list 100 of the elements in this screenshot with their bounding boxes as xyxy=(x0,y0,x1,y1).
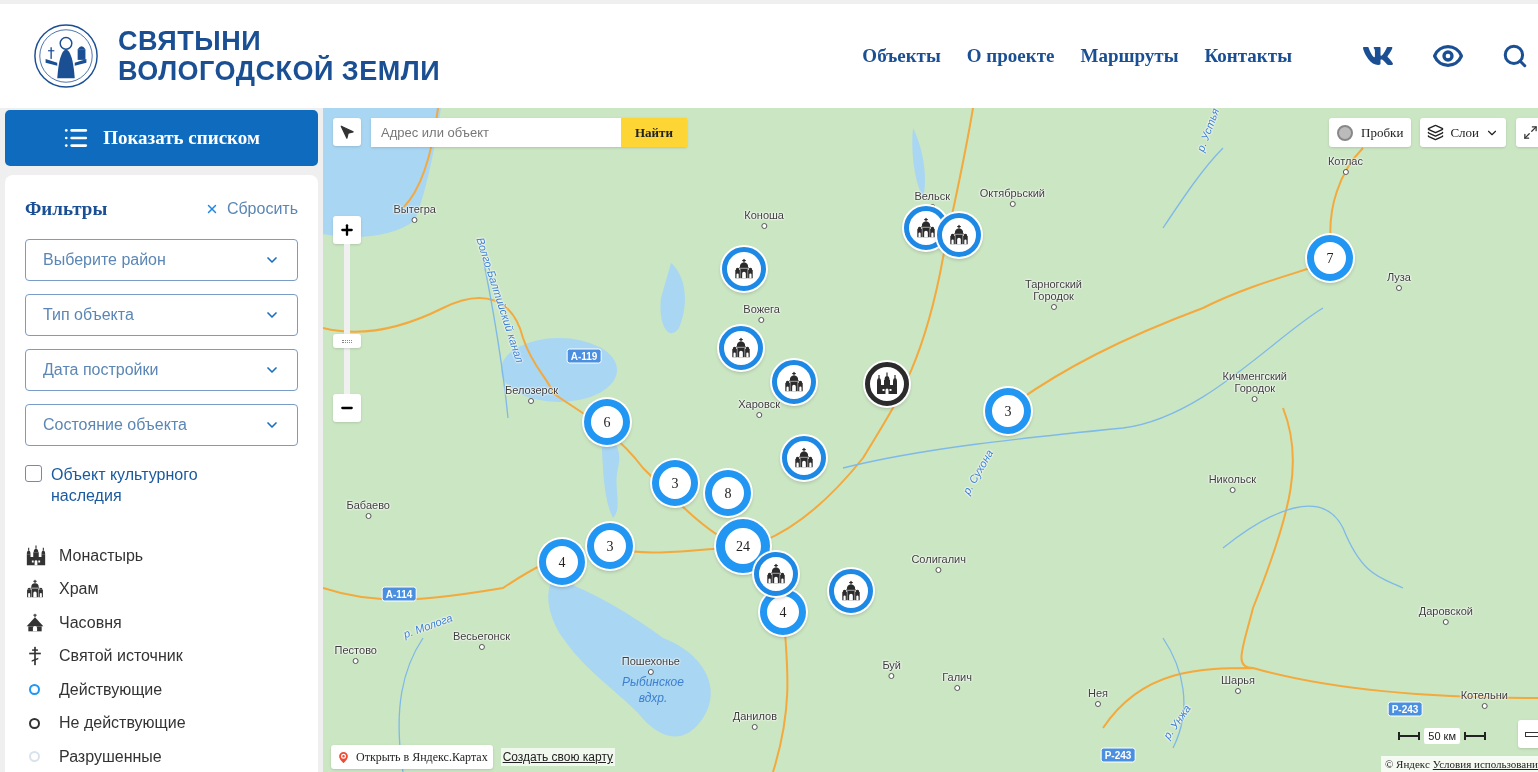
city-label: Бабаево xyxy=(346,499,390,511)
heritage-checkbox[interactable] xyxy=(25,464,42,482)
scale-bar-icon xyxy=(1398,731,1421,740)
city-label: Даровской xyxy=(1418,605,1473,617)
road-number-label: А-114 xyxy=(381,586,417,602)
city-label: Харовск xyxy=(738,398,780,410)
cluster-marker[interactable]: 3 xyxy=(587,523,633,569)
temple-icon xyxy=(783,371,805,393)
city-label: Кичменгский Городок xyxy=(1222,370,1287,394)
cluster-marker[interactable]: 24 xyxy=(716,519,770,573)
open-in-maps-link[interactable]: Открыть в Яндекс.Картах xyxy=(331,745,493,769)
river-label: р. Устья xyxy=(1193,108,1223,155)
road-number-label: Р-243 xyxy=(1387,701,1423,717)
ruler-button[interactable] xyxy=(1518,720,1538,748)
lake-shape xyxy=(660,263,685,334)
scale-bar-icon xyxy=(1464,731,1486,740)
church-marker[interactable] xyxy=(937,213,981,257)
address-search-field[interactable]: Адрес или объект xyxy=(371,118,621,147)
fullscreen-button[interactable] xyxy=(1516,118,1538,147)
city-label: Тарногский Городок xyxy=(1024,278,1082,302)
filter-select[interactable]: Дата постройки xyxy=(25,348,298,391)
temple-icon xyxy=(948,224,970,246)
cluster-marker[interactable]: 4 xyxy=(760,589,806,635)
cluster-marker[interactable]: 7 xyxy=(1307,235,1353,281)
temple-icon xyxy=(840,580,862,602)
plus-icon xyxy=(339,222,355,238)
legend-label: Храм xyxy=(59,579,99,599)
church-marker[interactable] xyxy=(722,247,766,291)
legend-label: Часовня xyxy=(59,612,122,633)
ruler-icon xyxy=(1525,731,1538,737)
nav-link[interactable]: Контакты xyxy=(1204,41,1292,71)
city-label: Пестово xyxy=(334,644,377,656)
cluster-marker[interactable]: 6 xyxy=(584,399,630,445)
grip-icon xyxy=(342,339,352,343)
cluster-marker[interactable]: 3 xyxy=(652,460,698,506)
city-label: Галич xyxy=(942,671,972,683)
legend-label: Разрушенные xyxy=(59,746,162,767)
church-marker[interactable] xyxy=(719,326,763,370)
nav-link[interactable]: Объекты xyxy=(862,41,941,71)
legend-label: Действующие xyxy=(59,679,163,700)
church-marker[interactable] xyxy=(829,569,873,613)
water-label: Рыбинское вдхр. xyxy=(621,674,685,706)
temple-icon xyxy=(915,217,937,239)
filter-select[interactable]: Состояние объекта xyxy=(25,403,298,446)
show-list-button[interactable]: Показать списком xyxy=(5,110,318,166)
city-label: Никольск xyxy=(1208,473,1256,485)
city-label: Нея xyxy=(1087,687,1108,699)
expand-icon xyxy=(1522,125,1538,140)
logo-drawing[interactable] xyxy=(32,22,100,90)
city-label: Пошехонье xyxy=(621,655,680,667)
legend-label: Не действующие xyxy=(59,713,186,733)
site-title[interactable]: ВОЛОГОДСКОЙ ЗЕМЛИ xyxy=(118,56,441,86)
filters-title: Фильтры xyxy=(25,197,108,221)
city-label: Октябрьский xyxy=(979,187,1045,199)
reset-button[interactable]: Сбросить xyxy=(204,197,298,222)
cluster-marker[interactable]: 4 xyxy=(539,539,585,585)
locate-button[interactable] xyxy=(333,118,361,146)
nav-link[interactable]: О проекте xyxy=(966,41,1055,71)
search-icon[interactable] xyxy=(1502,43,1528,69)
zoom-slider-handle[interactable] xyxy=(333,334,361,348)
filter-select[interactable]: Выберите район xyxy=(25,238,298,281)
city-label: Луза xyxy=(1387,271,1411,283)
checkbox-label[interactable]: Объект культурного наследия xyxy=(51,463,251,506)
city-label: Коноша xyxy=(744,209,784,221)
nav-link[interactable]: Маршруты xyxy=(1080,41,1179,71)
river-label: р. Молога xyxy=(401,610,454,643)
temple-icon xyxy=(765,563,787,585)
monastery-icon xyxy=(25,544,47,567)
temple-icon xyxy=(793,447,815,469)
terms-link[interactable]: Условия использовани xyxy=(1432,755,1538,772)
city-label: Солигалич xyxy=(911,553,966,565)
map-pin-icon xyxy=(336,749,351,765)
cluster-marker[interactable]: 8 xyxy=(705,470,751,516)
city-label: Весьегонск xyxy=(452,630,510,642)
church-marker[interactable] xyxy=(865,362,909,406)
zoom-in-button[interactable] xyxy=(333,216,361,244)
city-label: Вожега xyxy=(743,303,780,315)
temple-icon xyxy=(730,337,752,359)
temple-icon xyxy=(733,258,755,280)
legend-label: Монастырь xyxy=(59,545,144,566)
scale-label: 50 км xyxy=(1424,727,1460,744)
road-number-label: А-119 xyxy=(566,348,602,364)
church-marker[interactable] xyxy=(754,552,798,596)
layers-icon xyxy=(1427,124,1445,141)
city-label: Буй xyxy=(882,659,901,671)
chapel-icon xyxy=(25,612,45,633)
city-label: Вельск xyxy=(914,190,950,202)
traffic-button[interactable]: Пробки xyxy=(1329,118,1412,147)
temple-icon xyxy=(25,579,45,599)
cluster-marker[interactable]: 3 xyxy=(985,388,1031,434)
city-label: Шарья xyxy=(1221,674,1255,686)
road-number-label: Р-243 xyxy=(1100,747,1136,763)
filter-select[interactable]: Тип объекта xyxy=(25,293,298,336)
church-marker[interactable] xyxy=(782,436,826,480)
arrow-icon xyxy=(339,124,355,140)
create-map-link[interactable]: Создать свою карту xyxy=(500,748,616,766)
layers-button[interactable]: Слои xyxy=(1420,118,1506,147)
site-title[interactable]: СВЯТЫНИ xyxy=(118,26,441,56)
zoom-out-button[interactable] xyxy=(333,394,361,422)
find-button[interactable]: Найти xyxy=(621,118,687,147)
